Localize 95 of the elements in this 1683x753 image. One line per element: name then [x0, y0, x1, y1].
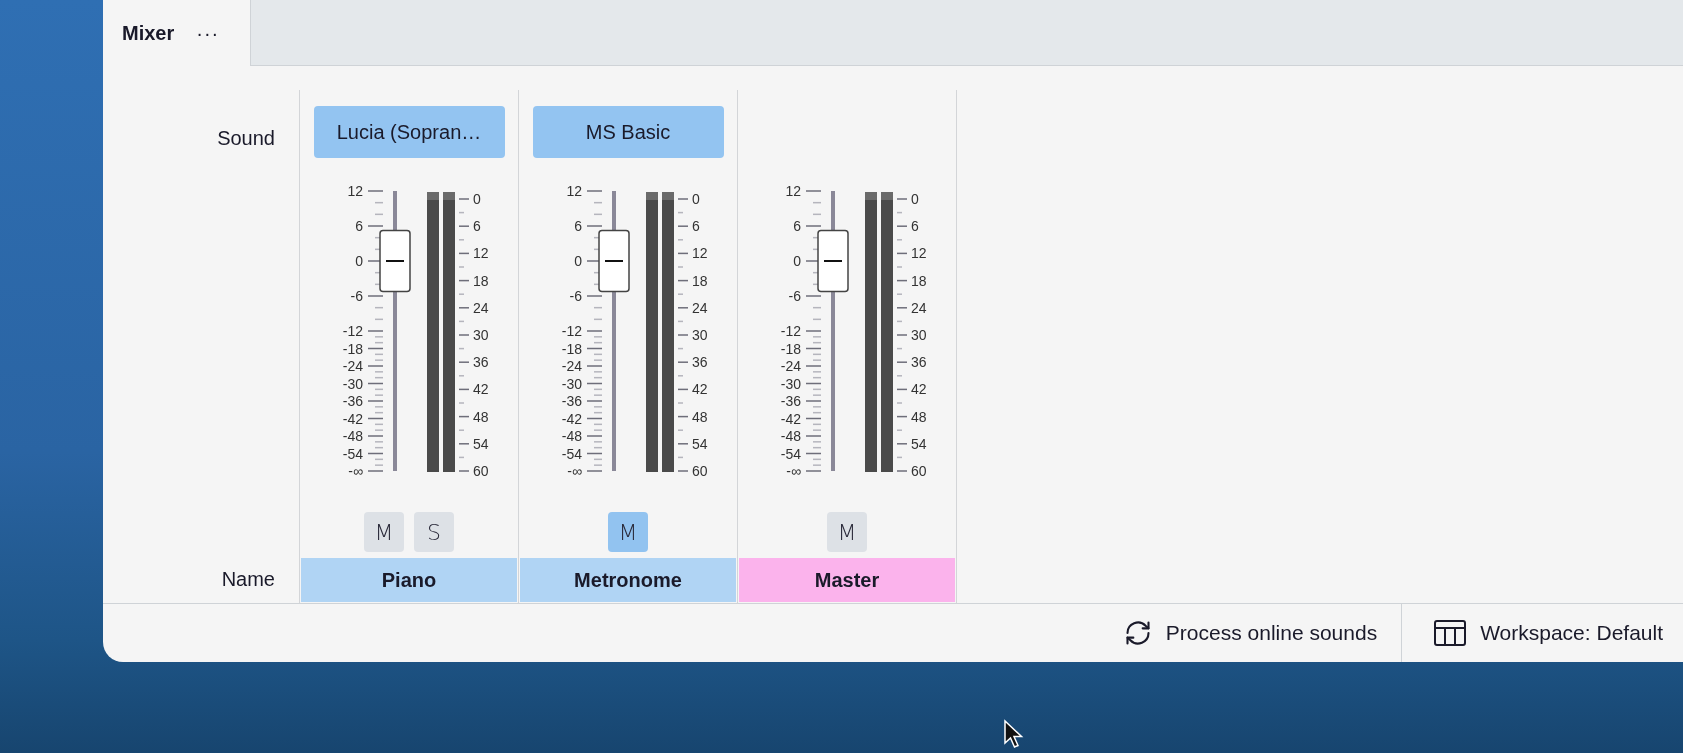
- toggle-button[interactable]: S: [414, 512, 454, 552]
- toggle-button[interactable]: M: [827, 512, 867, 552]
- scale-label: -36: [342, 393, 363, 409]
- scale-label: -30: [342, 375, 363, 392]
- scale-label: -6: [569, 288, 582, 304]
- sound-button[interactable]: Lucia (Sopran…: [313, 106, 505, 158]
- tab-label: Mixer: [122, 21, 175, 45]
- scale-label: 30: [911, 327, 927, 343]
- scale-label: 60: [911, 463, 927, 479]
- scale-label: -18: [561, 340, 582, 357]
- scale-label: -18: [342, 340, 363, 357]
- scale-label: -∞: [348, 463, 363, 479]
- scale-label: -42: [342, 410, 363, 427]
- row-label: Sound: [216, 125, 276, 151]
- cursor-icon: [1003, 719, 1025, 749]
- scale-label: 54: [692, 435, 708, 452]
- scale-label: 18: [692, 272, 708, 289]
- scale-label: -12: [561, 323, 582, 339]
- sound-button[interactable]: MS Basic: [532, 106, 724, 158]
- scale-label: 0: [355, 253, 363, 269]
- scale-label: 42: [911, 381, 927, 398]
- fader-handle[interactable]: [817, 229, 849, 293]
- scale-label: -42: [561, 410, 582, 427]
- scale-label: -12: [342, 323, 363, 339]
- scale-label: 48: [473, 408, 489, 425]
- scale-label: 6: [574, 218, 582, 234]
- status-label: Workspace: Default: [1480, 621, 1663, 645]
- channel-name[interactable]: Master: [739, 558, 955, 602]
- scale-label: 42: [692, 381, 708, 398]
- scale-label: 36: [692, 354, 708, 371]
- scale-label: -24: [561, 358, 582, 374]
- scale-label: -48: [342, 428, 363, 444]
- scale-label: -30: [780, 375, 801, 392]
- scale-label: -6: [788, 288, 801, 304]
- scale-label: 54: [473, 435, 489, 452]
- scale-label: -36: [780, 393, 801, 409]
- scale-label: 0: [473, 191, 481, 207]
- scale-label: 30: [473, 327, 489, 343]
- scale-label: 0: [911, 191, 919, 207]
- scale-label: -6: [350, 288, 363, 304]
- scale-label: 60: [473, 463, 489, 479]
- scale-label: 12: [911, 245, 927, 262]
- scale-label: 0: [574, 253, 582, 269]
- scale-label: -54: [561, 445, 582, 462]
- scale-label: 0: [692, 191, 700, 207]
- scale-label: 24: [911, 299, 927, 316]
- scale-label: 36: [911, 354, 927, 371]
- scale-label: -18: [780, 340, 801, 357]
- scale-label: 30: [692, 327, 708, 343]
- scale-label: -42: [780, 410, 801, 427]
- scale-label: 18: [911, 272, 927, 289]
- scale-label: 24: [473, 299, 489, 316]
- scale-label: 6: [911, 218, 919, 235]
- scale-label: -24: [342, 358, 363, 374]
- refresh-icon: [1123, 619, 1152, 647]
- scale-label: 12: [692, 245, 708, 262]
- scale-label: -12: [780, 323, 801, 339]
- scale-label: -30: [561, 375, 582, 392]
- scale-label: -54: [780, 445, 801, 462]
- scale-label: 18: [473, 272, 489, 289]
- scale-label: 6: [473, 218, 481, 235]
- scale-label: -48: [561, 428, 582, 444]
- scale-label: 42: [473, 381, 489, 398]
- scale-label: 12: [785, 183, 801, 199]
- scale-label: -∞: [567, 463, 582, 479]
- toggle-button[interactable]: M: [364, 512, 404, 552]
- scale-label: 12: [566, 183, 582, 199]
- scale-label: -54: [342, 445, 363, 462]
- status-button[interactable]: Process online sounds: [1103, 604, 1402, 662]
- scale-label: 48: [692, 408, 708, 425]
- scale-label: 48: [911, 408, 927, 425]
- scale-label: 24: [692, 299, 708, 316]
- layout-icon: [1434, 620, 1467, 646]
- scale-label: -48: [780, 428, 801, 444]
- more-button[interactable]: ···: [196, 21, 220, 45]
- scale-label: 0: [793, 253, 801, 269]
- scale-label: 12: [473, 245, 489, 262]
- scale-label: 60: [692, 463, 708, 479]
- scale-label: 54: [911, 435, 927, 452]
- toggle-button[interactable]: M: [608, 512, 648, 552]
- scale-label: 36: [473, 354, 489, 371]
- scale-label: 6: [692, 218, 700, 235]
- scale-label: -24: [780, 358, 801, 374]
- row-label: Name: [220, 566, 276, 592]
- scale-label: 6: [355, 218, 363, 234]
- scale-label: -∞: [786, 463, 801, 479]
- scale-label: 6: [793, 218, 801, 234]
- fader-handle[interactable]: [598, 229, 630, 293]
- fader-handle[interactable]: [379, 229, 411, 293]
- channel-name[interactable]: Metronome: [520, 558, 736, 602]
- status-label: Process online sounds: [1165, 621, 1378, 645]
- scale-label: 12: [347, 183, 363, 199]
- scale-label: -36: [561, 393, 582, 409]
- channel-name[interactable]: Piano: [301, 558, 517, 602]
- status-button[interactable]: Workspace: Default: [1401, 604, 1663, 662]
